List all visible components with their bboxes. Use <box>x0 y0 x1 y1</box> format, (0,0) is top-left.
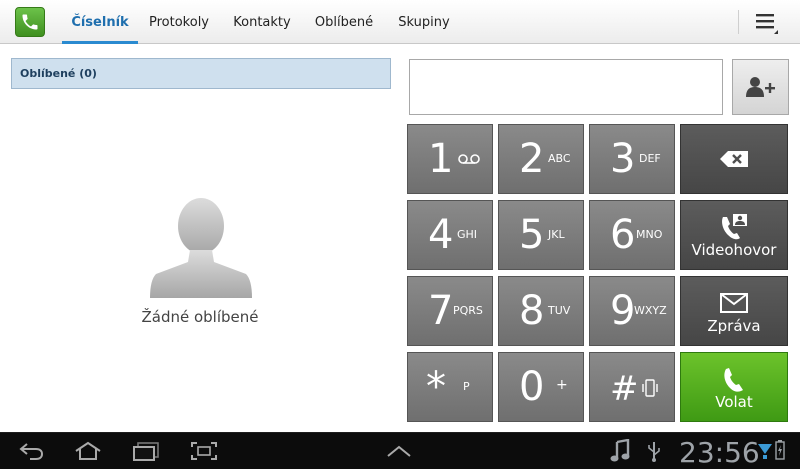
key-7[interactable]: 7 PQRS <box>407 276 493 346</box>
key-letters: + <box>556 377 568 393</box>
key-4[interactable]: 4 GHI <box>407 200 493 270</box>
message-button[interactable]: Zpráva <box>680 276 788 346</box>
phone-app-icon[interactable] <box>15 7 45 37</box>
action-bar: Číselník Protokoly Kontakty Oblíbené Sku… <box>0 0 800 44</box>
overflow-menu-icon[interactable] <box>754 12 780 34</box>
key-0[interactable]: 0 + <box>498 352 584 422</box>
key-letters: DEF <box>639 152 661 165</box>
key-letters: GHI <box>457 228 478 241</box>
key-letters: P <box>463 380 470 393</box>
video-call-icon <box>681 213 787 241</box>
tab-groups[interactable]: Skupiny <box>390 0 458 44</box>
key-3[interactable]: 3 DEF <box>589 124 675 194</box>
key-6[interactable]: 6 MNO <box>589 200 675 270</box>
favorites-header: Oblíbené (0) <box>11 58 391 89</box>
key-digit: 7 <box>428 288 454 334</box>
key-digit: 8 <box>519 288 545 334</box>
key-5[interactable]: 5 JKL <box>498 200 584 270</box>
key-letters: TUV <box>548 304 571 317</box>
tab-favorites[interactable]: Oblíbené <box>304 0 384 44</box>
phone-icon <box>681 367 787 393</box>
key-digit: 1 <box>428 136 454 182</box>
backspace-icon <box>681 151 787 167</box>
tab-dialer[interactable]: Číselník <box>62 0 138 44</box>
wifi-signal-icon <box>758 442 772 464</box>
key-2[interactable]: 2 ABC <box>498 124 584 194</box>
add-person-icon <box>745 77 775 97</box>
key-8[interactable]: 8 TUV <box>498 276 584 346</box>
videocall-label: Videohovor <box>691 241 777 259</box>
person-silhouette-icon <box>146 196 256 300</box>
key-letters: WXYZ <box>634 304 667 317</box>
key-digit: 3 <box>610 136 636 182</box>
key-digit: * <box>426 364 446 410</box>
key-digit: # <box>610 369 639 409</box>
key-digit: 4 <box>428 212 454 258</box>
chevron-up-icon[interactable] <box>386 443 412 462</box>
system-navigation-bar: 23:56 <box>0 432 800 469</box>
key-star[interactable]: * P <box>407 352 493 422</box>
key-letters: JKL <box>548 228 565 241</box>
back-icon[interactable] <box>18 441 44 465</box>
tab-contacts[interactable]: Kontakty <box>224 0 300 44</box>
key-hash[interactable]: # <box>589 352 675 422</box>
message-label: Zpráva <box>707 317 761 335</box>
home-icon[interactable] <box>74 441 102 465</box>
call-label: Volat <box>715 393 753 411</box>
envelope-icon <box>681 293 787 313</box>
key-letters: PQRS <box>453 304 483 317</box>
key-digit: 0 <box>519 364 545 410</box>
voicemail-icon <box>458 153 480 169</box>
battery-icon <box>775 440 785 464</box>
videocall-button[interactable]: Videohovor <box>680 200 788 270</box>
tab-logs[interactable]: Protokoly <box>140 0 218 44</box>
vibrate-icon <box>642 379 658 401</box>
key-9[interactable]: 9 WXYZ <box>589 276 675 346</box>
empty-favorites-text: Žádné oblíbené <box>141 308 259 326</box>
clock: 23:56 <box>679 436 760 469</box>
screenshot-icon[interactable] <box>190 441 218 465</box>
key-letters: MNO <box>636 228 663 241</box>
call-button[interactable]: Volat <box>680 352 788 422</box>
usb-icon <box>646 440 662 466</box>
key-1[interactable]: 1 <box>407 124 493 194</box>
divider <box>738 10 739 34</box>
key-digit: 5 <box>519 212 545 258</box>
key-digit: 9 <box>610 288 636 334</box>
add-contact-button[interactable] <box>732 59 789 115</box>
backspace-button[interactable] <box>680 124 788 194</box>
recent-apps-icon[interactable] <box>132 441 160 465</box>
phone-number-input[interactable] <box>409 59 723 115</box>
music-note-icon <box>610 438 630 467</box>
key-letters: ABC <box>548 152 571 165</box>
key-digit: 6 <box>610 212 636 258</box>
key-digit: 2 <box>519 136 545 182</box>
